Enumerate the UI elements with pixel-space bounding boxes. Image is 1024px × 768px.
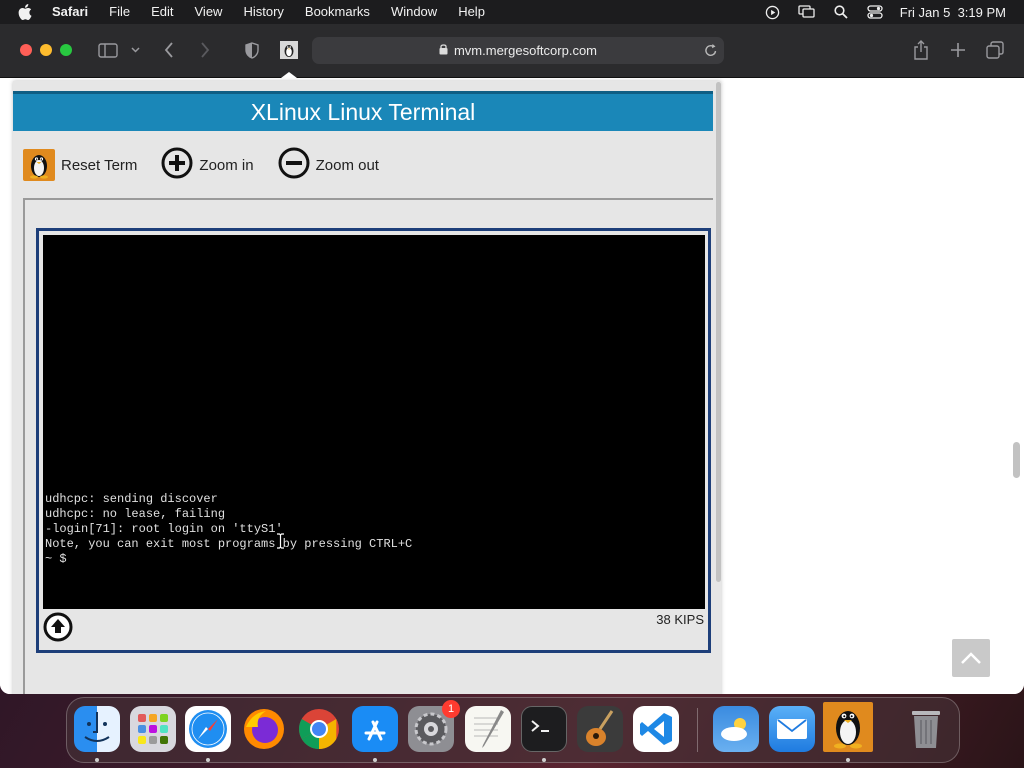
menu-bar: Safari File Edit View History Bookmarks …: [0, 0, 1024, 24]
dock-trash-icon[interactable]: [903, 706, 949, 752]
keyboard-toggle-button[interactable]: [43, 612, 73, 642]
menu-history[interactable]: History: [243, 0, 283, 24]
share-icon[interactable]: [911, 38, 931, 62]
dock-xlinux-icon[interactable]: [823, 702, 873, 752]
dock-terminal-icon[interactable]: [521, 706, 567, 752]
scroll-to-top-button[interactable]: [952, 639, 990, 677]
menu-help[interactable]: Help: [458, 0, 485, 24]
terminal-screen[interactable]: udhcpc: sending discover udhcpc: no leas…: [43, 235, 705, 609]
terminal-line: udhcpc: sending discover: [45, 492, 218, 506]
zoom-in-label: Zoom in: [199, 156, 254, 174]
dock-mail-icon[interactable]: [769, 706, 815, 752]
menu-edit[interactable]: Edit: [151, 0, 173, 24]
kips-speed: 38 KIPS: [656, 612, 704, 627]
minus-circle-icon: [278, 147, 310, 183]
dock-firefox-icon[interactable]: [241, 706, 287, 752]
dock-safari-icon[interactable]: [185, 706, 231, 752]
zoom-out-button[interactable]: Zoom out: [278, 147, 379, 183]
dock: 1: [66, 697, 960, 763]
zoom-out-label: Zoom out: [315, 156, 379, 174]
page-content: XLinux Linux Terminal Reset Term Zoom in…: [0, 78, 1024, 694]
terminal-line: Note, you can exit most programs by pres…: [45, 537, 413, 551]
panel-scrollbar[interactable]: [716, 82, 721, 582]
menu-file[interactable]: File: [109, 0, 130, 24]
terminal-prompt: ~ $: [45, 552, 67, 566]
terminal-line: udhcpc: no lease, failing: [45, 507, 226, 521]
fullscreen-window-button[interactable]: [60, 44, 72, 56]
screen-mirroring-icon[interactable]: [798, 5, 816, 19]
text-cursor-icon: [276, 533, 285, 549]
chevron-down-icon[interactable]: [129, 38, 141, 62]
site-favicon: [279, 38, 299, 62]
browser-toolbar: mvm.mergesoftcorp.com: [0, 24, 1024, 78]
menu-bookmarks[interactable]: Bookmarks: [305, 0, 370, 24]
dock-separator: [697, 708, 698, 752]
reset-term-button[interactable]: Reset Term: [23, 149, 137, 181]
play-circle-icon[interactable]: [764, 5, 782, 19]
lock-icon: [439, 43, 448, 58]
forward-icon[interactable]: [196, 38, 214, 62]
tab-overview-icon[interactable]: [985, 38, 1005, 62]
dock-running-indicator: [846, 758, 850, 762]
notification-badge: 1: [442, 700, 460, 718]
terminal-container: udhcpc: sending discover udhcpc: no leas…: [36, 228, 711, 653]
safari-window: mvm.mergesoftcorp.com XLinux Linux Termi…: [0, 24, 1024, 694]
tux-icon: [23, 149, 55, 181]
zoom-in-button[interactable]: Zoom in: [161, 147, 254, 183]
spotlight-search-icon[interactable]: [832, 5, 850, 19]
dock-garageband-icon[interactable]: [577, 706, 623, 752]
plus-circle-icon: [161, 147, 193, 183]
dock-weather-icon[interactable]: [713, 706, 759, 752]
menu-window[interactable]: Window: [391, 0, 437, 24]
dock-running-indicator: [542, 758, 546, 762]
dock-running-indicator: [373, 758, 377, 762]
dock-system-settings-icon[interactable]: 1: [408, 700, 460, 752]
dock-finder-icon[interactable]: [74, 706, 120, 752]
emulator-controls: Reset Term Zoom in Zoom out: [23, 147, 403, 183]
dock-running-indicator: [95, 758, 99, 762]
terminal-emulator-panel: XLinux Linux Terminal Reset Term Zoom in…: [13, 81, 721, 694]
dock-textedit-icon[interactable]: [465, 706, 511, 752]
sidebar-icon[interactable]: [97, 38, 119, 62]
menu-app-safari[interactable]: Safari: [52, 0, 88, 24]
control-center-icon[interactable]: [866, 5, 884, 19]
terminal-line: -login[71]: root login on 'ttyS1': [45, 522, 283, 536]
dock-chrome-icon[interactable]: [296, 706, 342, 752]
menu-view[interactable]: View: [195, 0, 223, 24]
close-window-button[interactable]: [20, 44, 32, 56]
address-bar[interactable]: mvm.mergesoftcorp.com: [312, 37, 724, 64]
dock-vscode-icon[interactable]: [633, 706, 679, 752]
dock-app-store-icon[interactable]: [352, 706, 398, 752]
emulator-title: XLinux Linux Terminal: [13, 91, 713, 131]
page-scrollbar[interactable]: [1013, 442, 1020, 478]
new-tab-icon[interactable]: [948, 38, 968, 62]
url-text: mvm.mergesoftcorp.com: [453, 43, 598, 58]
reset-term-label: Reset Term: [61, 156, 138, 174]
dock-running-indicator: [206, 758, 210, 762]
reload-icon[interactable]: [704, 42, 718, 61]
dock-launchpad-icon[interactable]: [130, 706, 176, 752]
terminal-output: udhcpc: sending discover udhcpc: no leas…: [45, 492, 412, 567]
back-icon[interactable]: [160, 38, 178, 62]
minimize-window-button[interactable]: [40, 44, 52, 56]
privacy-shield-icon[interactable]: [243, 38, 261, 62]
menu-clock[interactable]: Fri Jan 5 3:19 PM: [900, 5, 1006, 20]
apple-menu-icon[interactable]: [18, 4, 38, 20]
